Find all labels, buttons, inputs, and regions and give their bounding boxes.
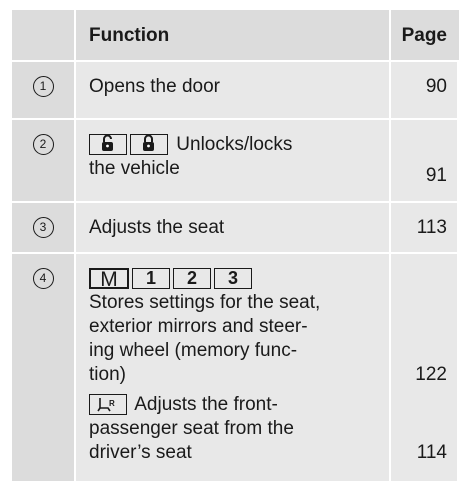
memory-key-m: M	[89, 268, 129, 290]
front-passenger-seat-key-icon: R	[89, 394, 127, 416]
header-function: Function	[76, 10, 391, 60]
lock-key-icon	[130, 134, 168, 156]
function-table: Function Page 1 Opens the door 90 2 Unlo…	[12, 10, 459, 481]
svg-text:R: R	[109, 399, 115, 408]
table-row: 1 Opens the door 90	[12, 62, 459, 120]
header-number-cell	[12, 10, 76, 60]
row-number-cell: 2	[12, 120, 76, 201]
table-header: Function Page	[12, 10, 459, 62]
page-cell: 113	[391, 203, 457, 252]
row-number-cell: 4	[12, 254, 76, 481]
row-number-cell: 1	[12, 62, 76, 118]
function-cell: Unlocks/locks the vehicle	[76, 120, 391, 201]
circled-number: 3	[32, 217, 54, 238]
unlock-key-icon	[89, 134, 127, 156]
memory-key-3: 3	[214, 268, 252, 290]
page-number: 114	[416, 442, 447, 463]
memory-key-2: 2	[173, 268, 211, 290]
table-row: 2 Unlocks/locks the vehicle 91	[12, 120, 459, 203]
circled-number: 4	[32, 268, 54, 289]
page-cell: 90	[391, 62, 457, 118]
table-row: 4 M123 Stores settings for the seat, ext…	[12, 254, 459, 481]
circled-number: 1	[32, 76, 54, 97]
row-number-cell: 3	[12, 203, 76, 252]
page-cell: 122 114	[391, 254, 457, 481]
function-cell: Adjusts the seat	[76, 203, 391, 252]
page-cell: 91	[391, 120, 457, 201]
function-cell: M123 Stores settings for the seat, exter…	[76, 254, 391, 481]
table-row: 3 Adjusts the seat 113	[12, 203, 459, 254]
header-page: Page	[391, 10, 457, 60]
memory-key-1: 1	[132, 268, 170, 290]
memory-keys: M123	[89, 267, 389, 291]
circled-number: 2	[32, 134, 54, 155]
page-number: 122	[415, 364, 447, 385]
function-cell: Opens the door	[76, 62, 391, 118]
